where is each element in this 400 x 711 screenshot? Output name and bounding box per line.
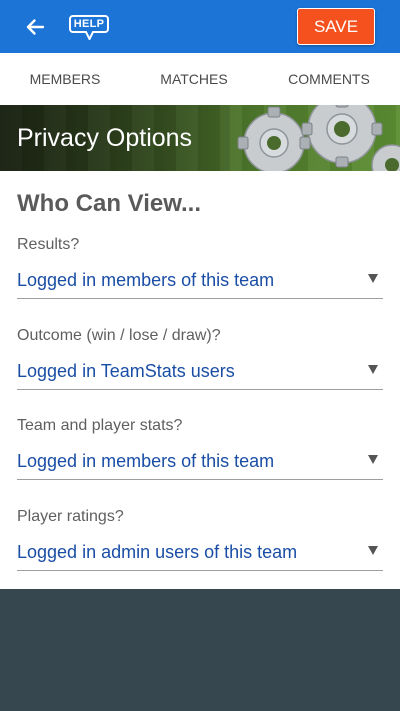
dropdown-triangle-icon xyxy=(368,274,378,283)
back-button[interactable] xyxy=(20,12,50,42)
dropdown-triangle-icon xyxy=(368,455,378,464)
back-arrow-icon xyxy=(25,17,45,37)
privacy-settings-card: Who Can View... Results? Logged in membe… xyxy=(0,171,400,589)
page-title: Privacy Options xyxy=(17,124,193,152)
help-bubble-tail xyxy=(85,31,94,40)
team-player-stats-label: Team and player stats? xyxy=(17,417,183,434)
tab-comments[interactable]: COMMENTS xyxy=(258,53,400,105)
gears-icon xyxy=(237,105,400,171)
dropdown-triangle-icon xyxy=(368,546,378,555)
section-heading: Who Can View... xyxy=(17,190,202,217)
player-ratings-select[interactable]: Logged in admin users of this team xyxy=(17,537,383,571)
tab-members[interactable]: MEMBERS xyxy=(0,53,130,105)
outcome-label: Outcome (win / lose / draw)? xyxy=(17,327,221,344)
tab-matches[interactable]: MATCHES xyxy=(130,53,258,105)
team-player-stats-select[interactable]: Logged in members of this team xyxy=(17,446,383,480)
help-button[interactable]: HELP xyxy=(67,12,111,42)
privacy-banner: Privacy Options xyxy=(0,105,400,171)
top-app-bar: HELP SAVE xyxy=(0,0,400,53)
results-select[interactable]: Logged in members of this team xyxy=(17,265,383,299)
outcome-select[interactable]: Logged in TeamStats users xyxy=(17,356,383,390)
save-button[interactable]: SAVE xyxy=(297,8,375,45)
dropdown-triangle-icon xyxy=(368,365,378,374)
outcome-select-value: Logged in TeamStats users xyxy=(17,361,235,381)
player-ratings-label: Player ratings? xyxy=(17,508,124,525)
results-select-value: Logged in members of this team xyxy=(17,270,275,290)
results-label: Results? xyxy=(17,236,80,253)
team-player-stats-select-value: Logged in members of this team xyxy=(17,451,275,471)
player-ratings-select-value: Logged in admin users of this team xyxy=(17,542,298,562)
tab-bar: MEMBERS MATCHES COMMENTS xyxy=(0,53,400,158)
